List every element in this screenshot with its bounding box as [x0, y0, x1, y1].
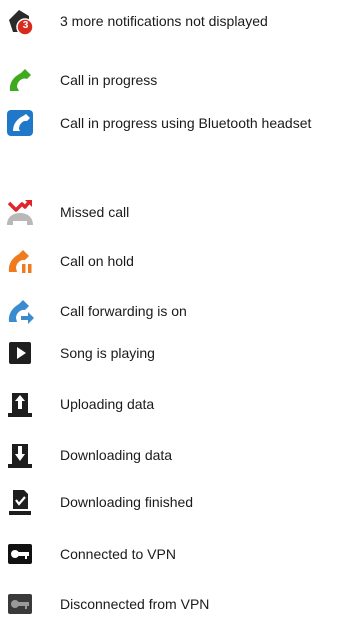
legend-row-download-finished: Downloading finished	[0, 487, 341, 517]
legend-row-vpn-connected: Connected to VPN	[0, 539, 341, 569]
legend-label: Call in progress	[60, 72, 158, 88]
legend-row-uploading: Uploading data	[0, 389, 341, 419]
legend-label: 3 more notifications not displayed	[60, 13, 268, 29]
legend-label: Disconnected from VPN	[60, 596, 210, 612]
missed-call-icon	[5, 197, 35, 227]
legend-row-song-playing: Song is playing	[0, 338, 341, 368]
legend-row-missed-call: Missed call	[0, 197, 341, 227]
vpn-disconnected-icon	[5, 589, 35, 619]
legend-row-vpn-disconnected: Disconnected from VPN	[0, 589, 341, 619]
legend-row-call-in-progress: Call in progress	[0, 65, 341, 95]
play-icon	[5, 338, 35, 368]
vpn-connected-icon	[5, 539, 35, 569]
legend-label: Call forwarding is on	[60, 303, 187, 319]
download-icon	[5, 440, 35, 470]
notification-count-badge: 3	[22, 20, 29, 31]
notifications-more-icon: 3	[5, 6, 35, 36]
legend-row-more-notifications: 3 3 more notifications not displayed	[0, 6, 341, 36]
legend-label: Call in progress using Bluetooth headset	[60, 115, 312, 131]
legend-label: Connected to VPN	[60, 546, 176, 562]
legend-label: Downloading data	[60, 447, 173, 463]
call-on-hold-icon	[5, 246, 35, 276]
legend-row-bluetooth-call: Call in progress using Bluetooth headset	[0, 108, 341, 138]
legend-label: Uploading data	[60, 396, 155, 412]
call-in-progress-icon	[5, 65, 35, 95]
upload-icon	[5, 389, 35, 419]
legend-row-downloading: Downloading data	[0, 440, 341, 470]
legend-label: Missed call	[60, 204, 130, 220]
legend-label: Downloading finished	[60, 494, 194, 510]
download-finished-icon	[5, 487, 35, 517]
legend-row-call-forwarding: Call forwarding is on	[0, 296, 341, 326]
call-forwarding-icon	[5, 296, 35, 326]
legend-label: Song is playing	[60, 345, 155, 361]
legend-row-call-on-hold: Call on hold	[0, 246, 341, 276]
legend-label: Call on hold	[60, 253, 134, 269]
bluetooth-call-icon	[5, 108, 35, 138]
